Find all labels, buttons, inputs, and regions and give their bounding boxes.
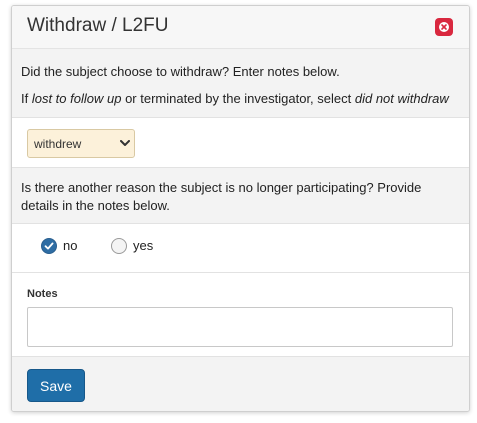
hint-lost-to-follow-up: lost to follow up: [31, 91, 122, 106]
radio-yes[interactable]: [111, 238, 127, 254]
withdraw-select-section: withdrew: [12, 117, 469, 167]
close-button[interactable]: [435, 18, 453, 36]
withdraw-question-section: Did the subject choose to withdraw? Ente…: [12, 49, 469, 117]
save-button[interactable]: Save: [27, 369, 85, 402]
hint-prefix: If: [21, 91, 32, 106]
reason-radio-section: no yes: [12, 223, 469, 272]
notes-label: Notes: [27, 288, 58, 300]
dialog-header: Withdraw / L2FU: [12, 6, 469, 49]
reason-question-line2: details in the notes below.: [21, 198, 170, 213]
dialog-title: Withdraw / L2FU: [27, 15, 169, 36]
withdraw-hint: If lost to follow up or terminated by th…: [21, 89, 449, 108]
hint-did-not-withdraw: did not withdraw: [354, 91, 449, 106]
withdraw-question: Did the subject choose to withdraw? Ente…: [21, 64, 340, 79]
chevron-down-icon: [120, 140, 130, 146]
radio-no[interactable]: [41, 238, 57, 254]
hint-middle: or terminated by the investigator, selec…: [121, 91, 355, 106]
close-icon: [439, 22, 449, 32]
withdraw-status-select[interactable]: withdrew: [27, 129, 135, 158]
reason-question-section: Is there another reason the subject is n…: [12, 167, 469, 223]
withdraw-dialog: Withdraw / L2FU Did the subject choose t…: [11, 5, 470, 412]
dialog-footer: Save: [12, 356, 469, 411]
withdraw-status-value: withdrew: [34, 137, 82, 151]
notes-field[interactable]: [27, 307, 453, 347]
check-icon: [44, 242, 54, 250]
radio-no-label[interactable]: no: [63, 238, 77, 253]
radio-yes-label[interactable]: yes: [133, 238, 153, 253]
notes-section: Notes: [12, 272, 469, 356]
reason-question-line1: Is there another reason the subject is n…: [21, 180, 422, 195]
